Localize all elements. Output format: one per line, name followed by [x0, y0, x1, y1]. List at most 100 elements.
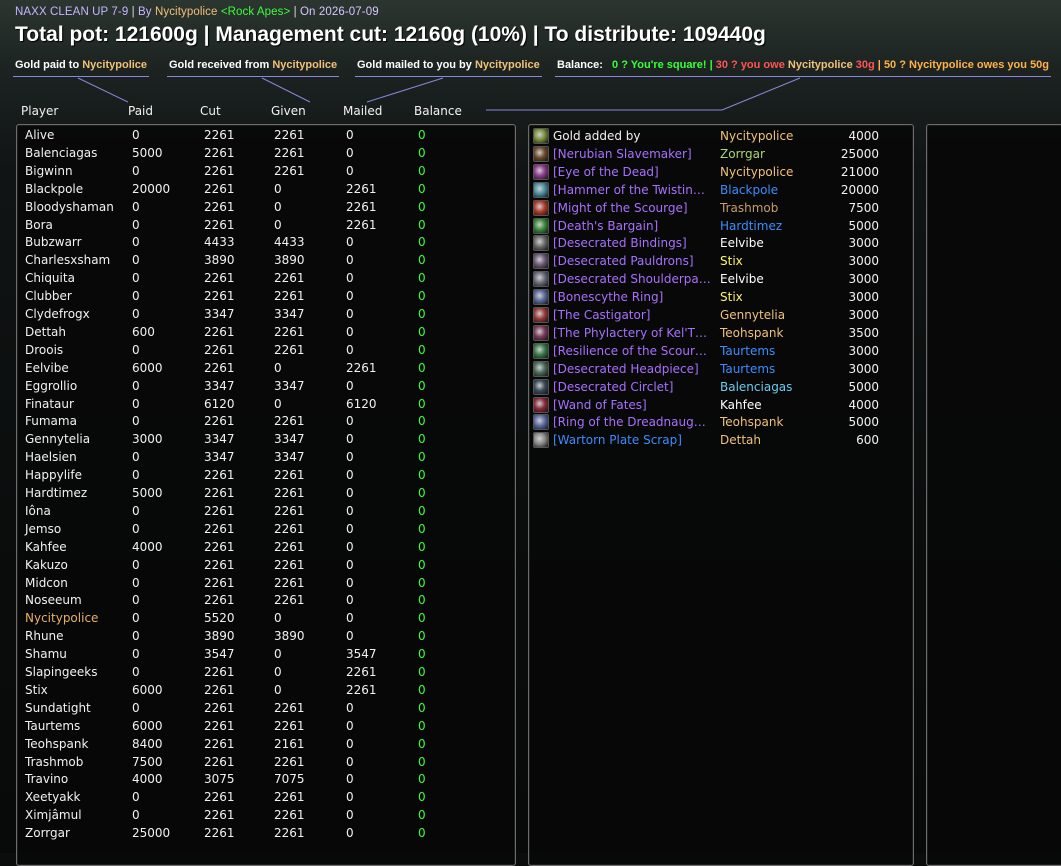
crossbow-icon[interactable]: [533, 145, 549, 162]
plate-scrap-icon[interactable]: [533, 432, 549, 449]
player-row[interactable]: Hardtimez 5000 2261 2261 0 0: [17, 486, 513, 504]
player-row[interactable]: Zorrgar 25000 2261 2261 0 0: [17, 826, 513, 844]
loot-row[interactable]: [Wartorn Plate Scrap] Dettah 600: [529, 432, 911, 450]
player-row[interactable]: Charlesxsham 0 3890 3890 0 0: [17, 253, 513, 271]
coin-icon[interactable]: [533, 128, 549, 144]
player-row[interactable]: Noseeum 0 2261 2261 0 0: [17, 593, 513, 611]
column-cut[interactable]: Cut: [200, 104, 221, 118]
item-link[interactable]: [Bonescythe Ring]: [553, 290, 715, 304]
player-row[interactable]: Dettah 600 2261 2261 0 0: [17, 325, 513, 343]
loot-row[interactable]: [Nerubian Slavemaker] Zorrgar 25000: [529, 145, 911, 164]
loot-row[interactable]: [Desecrated Shoulderpa… Eelvibe 3000: [529, 271, 911, 289]
player-row[interactable]: Happylife 0 2261 2261 0 0: [17, 468, 513, 486]
player-row[interactable]: Droois 0 2261 2261 0 0: [17, 343, 513, 361]
item-link[interactable]: [Nerubian Slavemaker]: [553, 147, 715, 161]
loot-row[interactable]: [Desecrated Headpiece] Taurtems 3000: [529, 360, 911, 379]
player-row[interactable]: Bora 0 2261 0 2261 0: [17, 218, 513, 236]
player-row[interactable]: Finataur 0 6120 0 6120 0: [17, 397, 513, 415]
loot-row[interactable]: [Desecrated Pauldrons] Stix 3000: [529, 253, 911, 271]
item-link[interactable]: [Desecrated Bindings]: [553, 236, 715, 250]
loot-row[interactable]: [The Castigator] Gennytelia 3000: [529, 307, 911, 325]
player-row[interactable]: Bloodyshaman 0 2261 0 2261 0: [17, 200, 513, 218]
loot-row[interactable]: [Eye of the Dead] Nycitypolice 21000: [529, 163, 911, 182]
player-row[interactable]: Clydefrogx 0 3347 3347 0 0: [17, 307, 513, 325]
player-row[interactable]: Stix 6000 2261 0 2261 0: [17, 683, 513, 701]
loot-row[interactable]: [Desecrated Bindings] Eelvibe 3000: [529, 235, 911, 253]
player-row[interactable]: Sundatight 0 2261 2261 0 0: [17, 701, 513, 719]
player-row[interactable]: Trashmob 7500 2261 2261 0 0: [17, 755, 513, 773]
hammer-icon[interactable]: [533, 181, 549, 198]
player-row[interactable]: Midcon 0 2261 2261 0 0: [17, 576, 513, 594]
eye-trinket-icon[interactable]: [533, 163, 549, 180]
ring-icon[interactable]: [533, 289, 549, 306]
shoulder-enchant-icon[interactable]: [533, 199, 549, 216]
wand-icon[interactable]: [533, 396, 549, 413]
loot-row[interactable]: [The Phylactery of Kel'T… Teohspank 3500: [529, 324, 911, 343]
loot-row[interactable]: [Ring of the Dreadnaug… Teohspank 5000: [529, 414, 911, 432]
item-link[interactable]: [Eye of the Dead]: [553, 165, 715, 179]
loot-row[interactable]: [Death's Bargain] Hardtimez 5000: [529, 217, 911, 236]
player-row[interactable]: Balenciagas 5000 2261 2261 0 0: [17, 146, 513, 164]
ring-icon[interactable]: [533, 414, 549, 431]
item-link[interactable]: [Wartorn Plate Scrap]: [553, 433, 715, 447]
shoulder-enchant-icon[interactable]: [533, 217, 549, 234]
item-link[interactable]: [The Phylactery of Kel'T…: [553, 326, 715, 340]
player-row[interactable]: Iôna 0 2261 2261 0 0: [17, 504, 513, 522]
player-row[interactable]: Jemso 0 2261 2261 0 0: [17, 522, 513, 540]
loot-row[interactable]: Gold added by Nycitypolice 4000: [529, 128, 911, 146]
player-row[interactable]: Taurtems 6000 2261 2261 0 0: [17, 719, 513, 737]
player-row[interactable]: Kakuzo 0 2261 2261 0 0: [17, 558, 513, 576]
column-player[interactable]: Player: [21, 104, 58, 118]
player-row[interactable]: Chiquita 0 2261 2261 0 0: [17, 271, 513, 289]
column-mailed[interactable]: Mailed: [343, 104, 382, 118]
loot-row[interactable]: [Hammer of the Twistin… Blackpole 20000: [529, 181, 911, 200]
phylactery-icon[interactable]: [533, 324, 549, 341]
item-link[interactable]: [Death's Bargain]: [553, 219, 715, 233]
loot-row[interactable]: [Resilience of the Scour… Taurtems 3000: [529, 342, 911, 361]
player-row[interactable]: Shamu 0 3547 0 3547 0: [17, 647, 513, 665]
helm-icon[interactable]: [533, 360, 549, 377]
column-balance[interactable]: Balance: [414, 104, 462, 118]
bracer-icon[interactable]: [533, 235, 549, 252]
item-link[interactable]: [Desecrated Circlet]: [553, 380, 715, 394]
player-row[interactable]: Bubzwarr 0 4433 4433 0 0: [17, 235, 513, 253]
item-link[interactable]: [Desecrated Headpiece]: [553, 362, 715, 376]
column-paid[interactable]: Paid: [128, 104, 153, 118]
player-row[interactable]: Clubber 0 2261 2261 0 0: [17, 289, 513, 307]
sword-icon[interactable]: [533, 307, 549, 323]
player-row[interactable]: Bigwinn 0 2261 2261 0 0: [17, 164, 513, 182]
shoulder-enchant-icon[interactable]: [533, 342, 549, 359]
player-row[interactable]: Gennytelia 3000 3347 3347 0 0: [17, 432, 513, 450]
item-link[interactable]: [Hammer of the Twistin…: [553, 183, 715, 197]
item-link[interactable]: [Wand of Fates]: [553, 398, 715, 412]
player-row[interactable]: Rhune 0 3890 3890 0 0: [17, 629, 513, 647]
player-row[interactable]: Alive 0 2261 2261 0 0: [17, 128, 513, 146]
item-link[interactable]: [Resilience of the Scour…: [553, 344, 715, 358]
item-link[interactable]: [The Castigator]: [553, 308, 715, 322]
loot-row[interactable]: [Desecrated Circlet] Balenciagas 5000: [529, 378, 911, 397]
item-link[interactable]: [Ring of the Dreadnaug…: [553, 415, 715, 429]
item-link[interactable]: [Desecrated Pauldrons]: [553, 254, 715, 268]
player-row[interactable]: Eelvibe 6000 2261 0 2261 0: [17, 361, 513, 379]
player-row[interactable]: Blackpole 20000 2261 0 2261 0: [17, 182, 513, 200]
loot-row[interactable]: [Wand of Fates] Kahfee 4000: [529, 396, 911, 415]
player-row[interactable]: Travino 4000 3075 7075 0 0: [17, 772, 513, 790]
circlet-icon[interactable]: [533, 378, 549, 395]
loot-row[interactable]: [Might of the Scourge] Trashmob 7500: [529, 199, 911, 218]
loot-row[interactable]: [Bonescythe Ring] Stix 3000: [529, 289, 911, 307]
player-row[interactable]: Nycitypolice 0 5520 0 0 0: [17, 611, 513, 629]
player-row[interactable]: Fumama 0 2261 2261 0 0: [17, 414, 513, 432]
column-given[interactable]: Given: [271, 104, 306, 118]
player-row[interactable]: Slapingeeks 0 2261 0 2261 0: [17, 665, 513, 683]
item-link[interactable]: [Desecrated Shoulderpa…: [553, 272, 715, 286]
item-link[interactable]: [Might of the Scourge]: [553, 201, 715, 215]
player-balance: 0: [418, 486, 426, 500]
pauldron-icon[interactable]: [533, 271, 549, 288]
player-row[interactable]: Kahfee 4000 2261 2261 0 0: [17, 540, 513, 558]
pauldron-icon[interactable]: [533, 253, 549, 270]
player-row[interactable]: Eggrollio 0 3347 3347 0 0: [17, 379, 513, 397]
player-row[interactable]: Ximjâmul 0 2261 2261 0 0: [17, 808, 513, 826]
player-row[interactable]: Xeetyakk 0 2261 2261 0 0: [17, 790, 513, 808]
player-row[interactable]: Haelsien 0 3347 3347 0 0: [17, 450, 513, 468]
player-row[interactable]: Teohspank 8400 2261 2161 0 0: [17, 737, 513, 755]
